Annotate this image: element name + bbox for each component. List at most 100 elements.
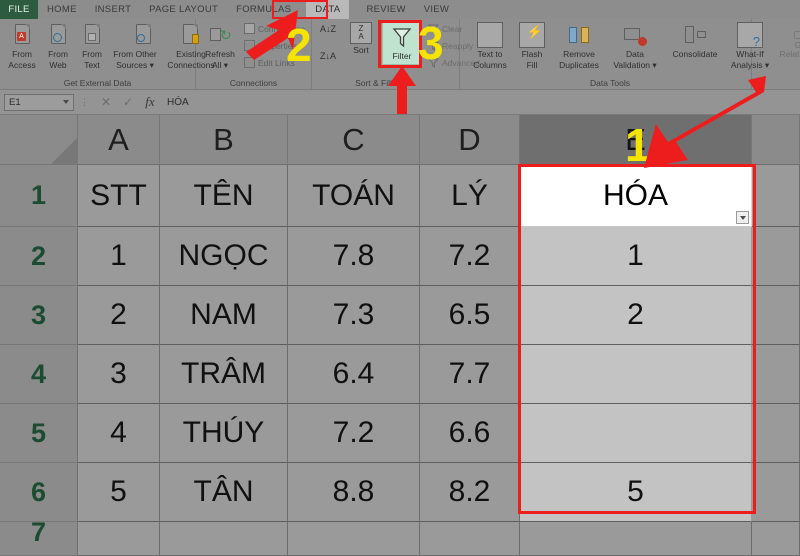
data-validation-button[interactable]: Data Validation ▾ bbox=[608, 22, 662, 70]
connections-button[interactable]: Connections bbox=[244, 23, 305, 34]
column-header-d[interactable]: D bbox=[420, 115, 520, 165]
group-outline-button[interactable]: G bbox=[788, 39, 800, 50]
cell-e1[interactable]: HÓA bbox=[520, 165, 752, 227]
tab-page-layout[interactable]: PAGE LAYOUT bbox=[140, 0, 227, 19]
cell-f6[interactable] bbox=[752, 463, 800, 522]
row-header-4[interactable]: 4 bbox=[0, 345, 78, 404]
row-header-1[interactable]: 1 bbox=[0, 165, 78, 227]
from-text-label-1: From bbox=[82, 49, 102, 59]
cell-a4[interactable]: 3 bbox=[78, 345, 160, 404]
row-header-7[interactable]: 7 bbox=[0, 522, 78, 556]
flash-fill-icon: ⚡ bbox=[519, 22, 545, 48]
column-header-a[interactable]: A bbox=[78, 115, 160, 165]
sort-ascending-button[interactable]: A↓Z bbox=[320, 24, 336, 34]
cell-c6[interactable]: 8.8 bbox=[288, 463, 420, 522]
cell-f5[interactable] bbox=[752, 404, 800, 463]
cell-c3[interactable]: 7.3 bbox=[288, 286, 420, 345]
column-header-e[interactable]: E bbox=[520, 115, 752, 165]
text-to-columns-button[interactable]: Text to Columns bbox=[466, 22, 514, 70]
cell-c2[interactable]: 7.8 bbox=[288, 227, 420, 286]
cell-c5[interactable]: 7.2 bbox=[288, 404, 420, 463]
cell-a3-value: 2 bbox=[110, 298, 127, 332]
cell-e7[interactable] bbox=[520, 522, 752, 556]
cell-d5[interactable]: 6.6 bbox=[420, 404, 520, 463]
cell-d4[interactable]: 7.7 bbox=[420, 345, 520, 404]
row-header-5[interactable]: 5 bbox=[0, 404, 78, 463]
row-header-3[interactable]: 3 bbox=[0, 286, 78, 345]
cell-b6[interactable]: TÂN bbox=[160, 463, 288, 522]
cell-d2[interactable]: 7.2 bbox=[420, 227, 520, 286]
cell-f3[interactable] bbox=[752, 286, 800, 345]
cell-f7[interactable] bbox=[752, 522, 800, 556]
cell-b1[interactable]: TÊN bbox=[160, 165, 288, 227]
cell-a6[interactable]: 5 bbox=[78, 463, 160, 522]
properties-button[interactable]: Properties bbox=[244, 40, 297, 51]
insert-function-button[interactable]: fx bbox=[139, 93, 161, 112]
cell-c7[interactable] bbox=[288, 522, 420, 556]
cell-c5-value: 7.2 bbox=[333, 416, 375, 450]
cell-e1-value: HÓA bbox=[603, 179, 668, 213]
from-other-sources-label-1: From Other bbox=[113, 49, 156, 59]
cell-e3[interactable]: 2 bbox=[520, 286, 752, 345]
formula-input[interactable]: HÓA bbox=[167, 93, 800, 112]
cell-e6[interactable]: 5 bbox=[520, 463, 752, 522]
tab-insert[interactable]: INSERT bbox=[86, 0, 140, 19]
tab-review[interactable]: REVIEW bbox=[357, 0, 414, 19]
sort-button[interactable]: ZA Sort bbox=[344, 22, 378, 55]
cell-d3[interactable]: 6.5 bbox=[420, 286, 520, 345]
cell-d7[interactable] bbox=[420, 522, 520, 556]
cell-e4[interactable] bbox=[520, 345, 752, 404]
row-header-2[interactable]: 2 bbox=[0, 227, 78, 286]
cell-b5[interactable]: THÚY bbox=[160, 404, 288, 463]
cancel-entry-button[interactable]: ✕ bbox=[95, 93, 117, 112]
name-box[interactable]: E1 bbox=[4, 94, 74, 111]
tab-view[interactable]: VIEW bbox=[415, 0, 458, 19]
cell-b7[interactable] bbox=[160, 522, 288, 556]
tab-insert-label: INSERT bbox=[95, 4, 131, 15]
column-header-b[interactable]: B bbox=[160, 115, 288, 165]
what-if-analysis-button[interactable]: ? What-If Analysis ▾ bbox=[726, 22, 774, 70]
cell-c4[interactable]: 6.4 bbox=[288, 345, 420, 404]
cell-a7[interactable] bbox=[78, 522, 160, 556]
refresh-all-button[interactable]: ↻ Refresh All ▾ bbox=[200, 22, 240, 70]
cell-b3[interactable]: NAM bbox=[160, 286, 288, 345]
cell-a5[interactable]: 4 bbox=[78, 404, 160, 463]
from-web-button[interactable]: From Web bbox=[40, 22, 76, 70]
tab-home[interactable]: HOME bbox=[38, 0, 86, 19]
from-access-button[interactable]: A From Access bbox=[2, 22, 42, 70]
edit-links-button[interactable]: Edit Links bbox=[244, 57, 295, 68]
cell-e2[interactable]: 1 bbox=[520, 227, 752, 286]
clear-filter-button[interactable]: Clear bbox=[428, 23, 462, 34]
filter-button[interactable]: Filter bbox=[382, 21, 422, 65]
tab-data[interactable]: DATA bbox=[306, 0, 349, 19]
from-text-button[interactable]: From Text bbox=[74, 22, 110, 70]
consolidate-button[interactable]: Consolidate bbox=[664, 22, 726, 59]
what-if-analysis-label-2: Analysis ▾ bbox=[731, 60, 769, 70]
cell-f2[interactable] bbox=[752, 227, 800, 286]
remove-duplicates-button[interactable]: Remove Duplicates bbox=[550, 22, 608, 70]
cell-b2[interactable]: NGỌC bbox=[160, 227, 288, 286]
confirm-entry-button[interactable]: ✓ bbox=[117, 93, 139, 112]
cell-a2[interactable]: 1 bbox=[78, 227, 160, 286]
cell-b4[interactable]: TRÂM bbox=[160, 345, 288, 404]
cell-d6-value: 8.2 bbox=[449, 475, 491, 509]
cell-d1[interactable]: LÝ bbox=[420, 165, 520, 227]
from-other-sources-button[interactable]: From Other Sources ▾ bbox=[108, 22, 162, 70]
tab-formulas[interactable]: FORMULAS bbox=[227, 0, 300, 19]
cell-f1[interactable] bbox=[752, 165, 800, 227]
select-all-button[interactable] bbox=[0, 115, 78, 165]
flash-fill-button[interactable]: ⚡ Flash Fill bbox=[514, 22, 550, 70]
cell-a1[interactable]: STT bbox=[78, 165, 160, 227]
cell-c1[interactable]: TOÁN bbox=[288, 165, 420, 227]
cell-f4[interactable] bbox=[752, 345, 800, 404]
tab-file[interactable]: FILE bbox=[0, 0, 38, 19]
column-header-c[interactable]: C bbox=[288, 115, 420, 165]
cell-e5[interactable] bbox=[520, 404, 752, 463]
column-header-f[interactable] bbox=[752, 115, 800, 165]
cell-d6[interactable]: 8.2 bbox=[420, 463, 520, 522]
sort-descending-button[interactable]: Z↓A bbox=[320, 51, 336, 61]
chevron-down-icon[interactable] bbox=[63, 100, 69, 104]
row-header-6[interactable]: 6 bbox=[0, 463, 78, 522]
filter-dropdown-button[interactable] bbox=[736, 211, 749, 224]
cell-a3[interactable]: 2 bbox=[78, 286, 160, 345]
